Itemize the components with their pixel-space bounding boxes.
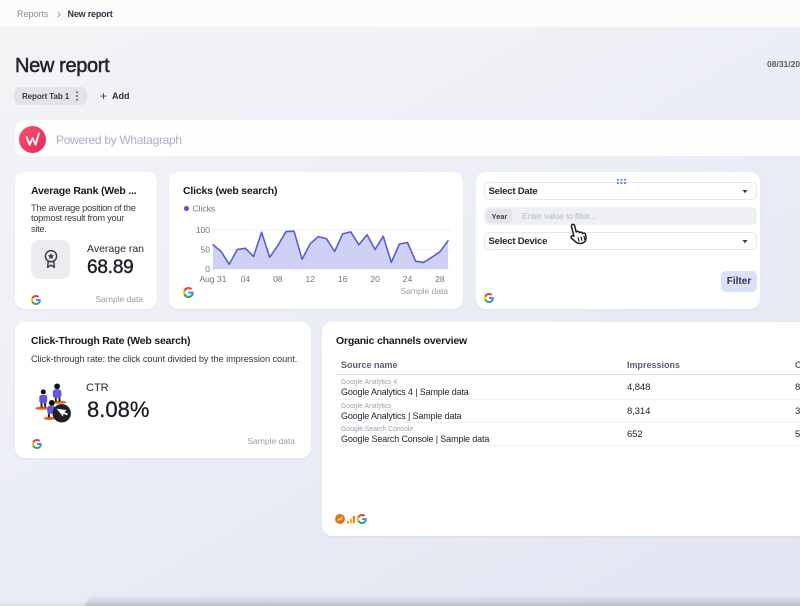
svg-text:50: 50 — [201, 245, 211, 255]
svg-text:0: 0 — [205, 264, 210, 274]
svg-text:100: 100 — [196, 225, 210, 235]
svg-text:Aug 31: Aug 31 — [200, 274, 227, 284]
svg-text:08: 08 — [273, 274, 283, 284]
svg-text:28: 28 — [435, 274, 445, 284]
svg-text:20: 20 — [370, 274, 380, 284]
svg-text:16: 16 — [338, 274, 348, 284]
svg-text:Clicks: Clicks — [193, 204, 216, 214]
svg-text:24: 24 — [403, 274, 413, 284]
svg-text:04: 04 — [241, 274, 251, 284]
svg-text:12: 12 — [305, 274, 315, 284]
